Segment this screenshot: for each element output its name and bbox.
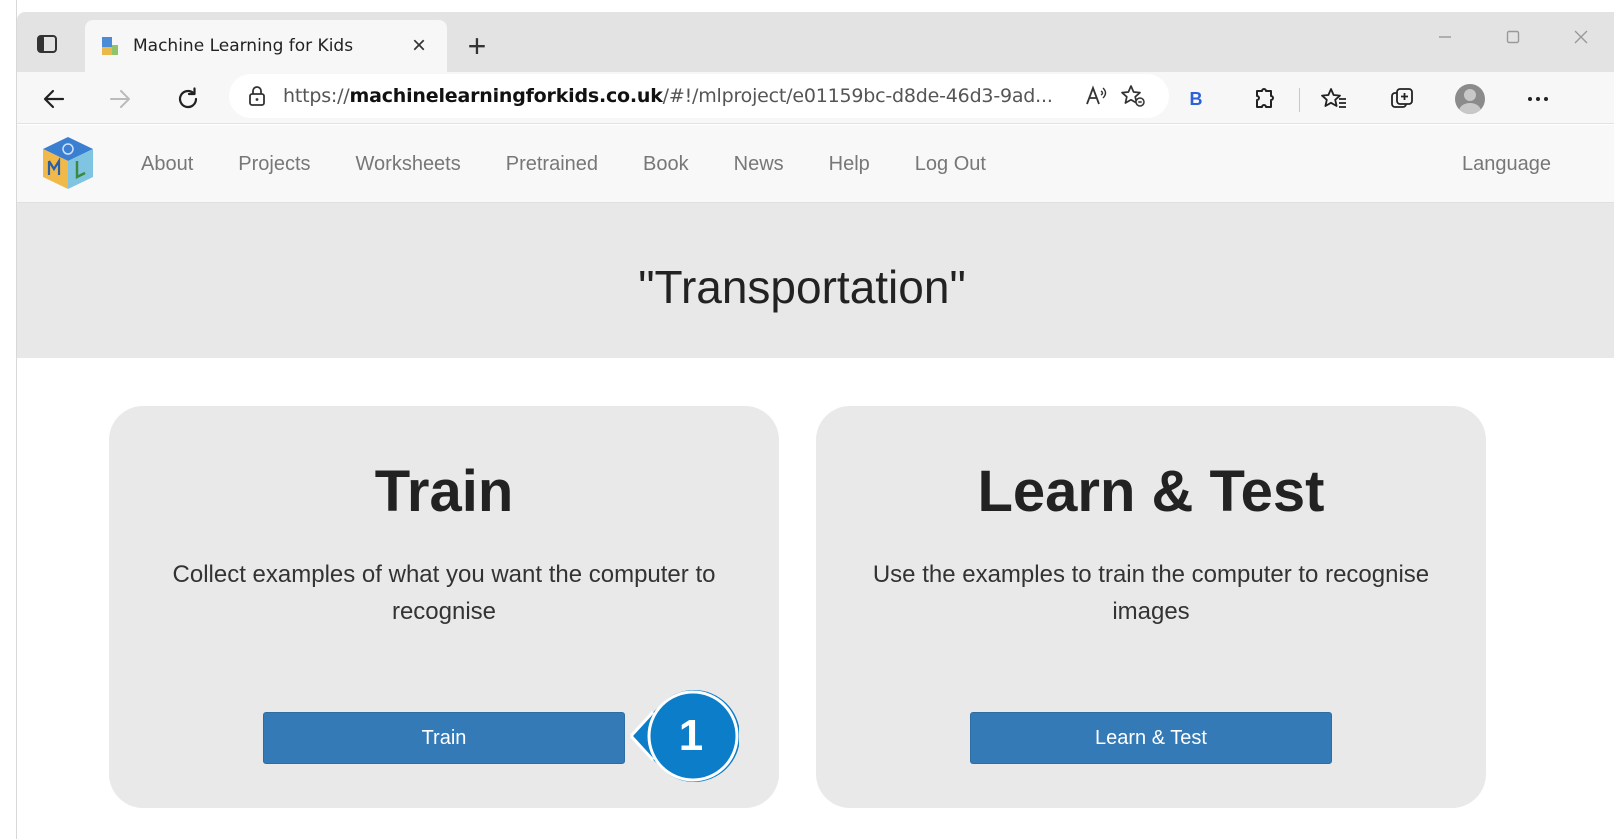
browser-window: Machine Learning for Kids × + https://ma… bbox=[16, 0, 1614, 839]
collections-icon[interactable] bbox=[1381, 78, 1423, 120]
site-favicon-icon bbox=[102, 37, 118, 55]
nav-pretrained[interactable]: Pretrained bbox=[506, 153, 598, 176]
site-navbar: About Projects Worksheets Pretrained Boo… bbox=[17, 125, 1614, 203]
window-controls bbox=[1411, 22, 1614, 52]
refresh-icon[interactable] bbox=[167, 78, 209, 120]
read-aloud-icon[interactable] bbox=[1079, 78, 1115, 114]
tab-actions-icon[interactable] bbox=[31, 28, 63, 60]
learn-test-button[interactable]: Learn & Test bbox=[970, 712, 1332, 764]
bing-icon[interactable]: B bbox=[1175, 78, 1217, 120]
train-heading: Train bbox=[374, 459, 514, 524]
nav-links: About Projects Worksheets Pretrained Boo… bbox=[141, 125, 1031, 203]
tab-machine-learning-for-kids[interactable]: Machine Learning for Kids × bbox=[85, 20, 447, 72]
add-favorite-icon[interactable] bbox=[1115, 78, 1151, 114]
minimize-icon[interactable] bbox=[1411, 22, 1479, 52]
nav-news[interactable]: News bbox=[734, 153, 784, 176]
browser-toolbar: https://machinelearningforkids.co.uk/#!/… bbox=[17, 72, 1614, 124]
step-callout-number: 1 bbox=[678, 711, 704, 760]
nav-projects[interactable]: Projects bbox=[238, 153, 310, 176]
project-title: "Transportation" bbox=[638, 260, 966, 313]
url-text: https://machinelearningforkids.co.uk/#!/… bbox=[283, 85, 1053, 107]
close-window-icon[interactable] bbox=[1547, 22, 1614, 52]
forward-arrow-icon[interactable] bbox=[99, 78, 141, 120]
nav-help[interactable]: Help bbox=[829, 153, 870, 176]
learn-test-description: Use the examples to train the computer t… bbox=[872, 561, 1430, 625]
learn-test-card: Learn & Test Use the examples to train t… bbox=[816, 406, 1486, 808]
lock-icon[interactable] bbox=[247, 85, 267, 107]
tab-strip: Machine Learning for Kids × + bbox=[17, 12, 1614, 72]
tab-title: Machine Learning for Kids bbox=[133, 36, 354, 56]
nav-language[interactable]: Language bbox=[1462, 125, 1551, 203]
toolbar-divider bbox=[1299, 88, 1300, 112]
new-tab-icon[interactable]: + bbox=[457, 26, 497, 66]
train-description: Collect examples of what you want the co… bbox=[172, 561, 716, 625]
tab-close-icon[interactable]: × bbox=[405, 32, 433, 60]
nav-log-out[interactable]: Log Out bbox=[915, 153, 986, 176]
project-header: "Transportation" bbox=[17, 203, 1614, 358]
address-bar[interactable]: https://machinelearningforkids.co.uk/#!/… bbox=[229, 74, 1169, 118]
train-button[interactable]: Train bbox=[263, 712, 625, 764]
back-arrow-icon[interactable] bbox=[33, 78, 75, 120]
nav-about[interactable]: About bbox=[141, 153, 193, 176]
nav-book[interactable]: Book bbox=[643, 153, 689, 176]
favorites-icon[interactable] bbox=[1313, 78, 1355, 120]
extensions-icon[interactable] bbox=[1243, 78, 1285, 120]
nav-worksheets[interactable]: Worksheets bbox=[356, 153, 461, 176]
more-options-icon[interactable] bbox=[1517, 78, 1559, 120]
ml4k-logo[interactable] bbox=[39, 133, 97, 193]
profile-avatar[interactable] bbox=[1449, 78, 1491, 120]
maximize-icon[interactable] bbox=[1479, 22, 1547, 52]
learn-test-heading: Learn & Test bbox=[977, 459, 1325, 524]
